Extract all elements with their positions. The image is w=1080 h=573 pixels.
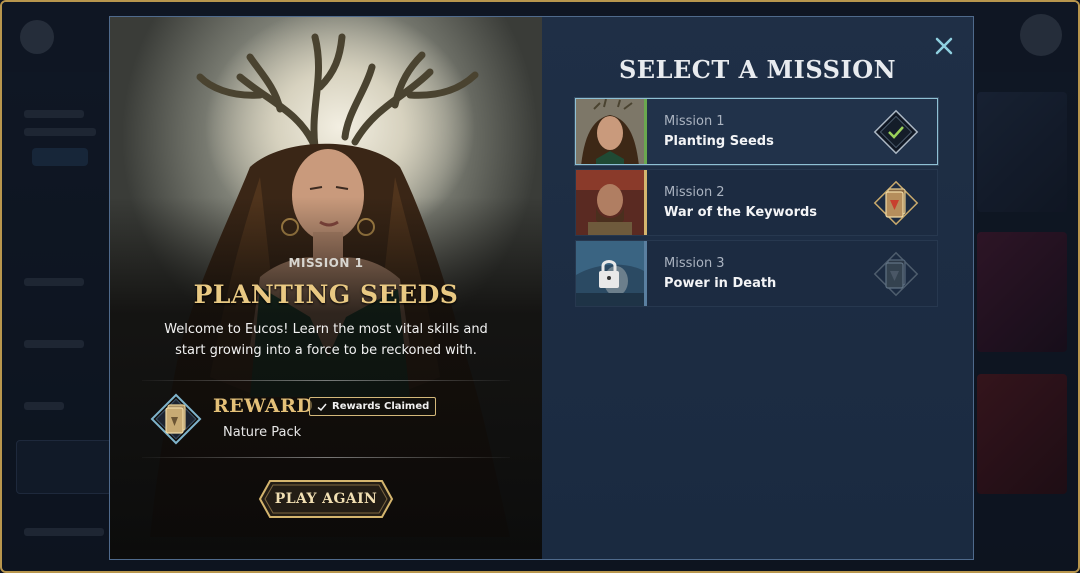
check-diamond-icon: [873, 109, 919, 155]
mission-thumbnail: [576, 170, 644, 235]
mission-number: Mission 3: [664, 256, 725, 271]
locked-diamond-icon: [873, 251, 919, 297]
card-pack-diamond-icon: [873, 180, 919, 226]
mission-list-panel: SELECT A MISSION Mission 1 Planting Seed…: [542, 17, 973, 559]
card-pack-diamond-icon: [150, 393, 202, 445]
mission-status-bar: [644, 99, 647, 164]
divider: [142, 380, 510, 381]
close-icon[interactable]: [935, 37, 953, 55]
mission-kicker: MISSION 1: [288, 256, 364, 270]
mission-name: Power in Death: [664, 276, 777, 291]
play-again-button[interactable]: PLAY AGAIN: [258, 479, 394, 519]
mission-list-item[interactable]: Mission 3 Power in Death: [575, 240, 938, 307]
mission-number: Mission 1: [664, 114, 725, 129]
mission-thumbnail: [576, 99, 644, 164]
reward-item: Nature Pack: [223, 425, 302, 440]
rewards-claimed-text: Rewards Claimed: [332, 401, 430, 412]
play-again-label: PLAY AGAIN: [274, 491, 378, 507]
rewards-claimed-badge: Rewards Claimed: [309, 397, 437, 416]
mission-select-modal: MISSION 1 PLANTING SEEDS Welcome to Euco…: [109, 16, 974, 560]
mission-description: Welcome to Eucos! Learn the most vital s…: [164, 322, 488, 358]
mission-detail-panel: MISSION 1 PLANTING SEEDS Welcome to Euco…: [110, 17, 542, 559]
mission-thumbnail: [576, 241, 644, 306]
mission-title: PLANTING SEEDS: [193, 280, 459, 309]
mission-number: Mission 2: [664, 185, 725, 200]
panel-title: SELECT A MISSION: [618, 55, 897, 84]
mission-list-item[interactable]: Mission 2 War of the Keywords: [575, 169, 938, 236]
mission-status-bar: [644, 241, 647, 306]
mission-list-item[interactable]: Mission 1 Planting Seeds: [575, 98, 938, 165]
mission-name: War of the Keywords: [664, 205, 818, 220]
reward-label: REWARD: [213, 395, 314, 417]
mission-status-bar: [644, 170, 647, 235]
check-icon: [317, 403, 327, 411]
divider: [142, 457, 510, 458]
mission-name: Planting Seeds: [664, 134, 774, 149]
